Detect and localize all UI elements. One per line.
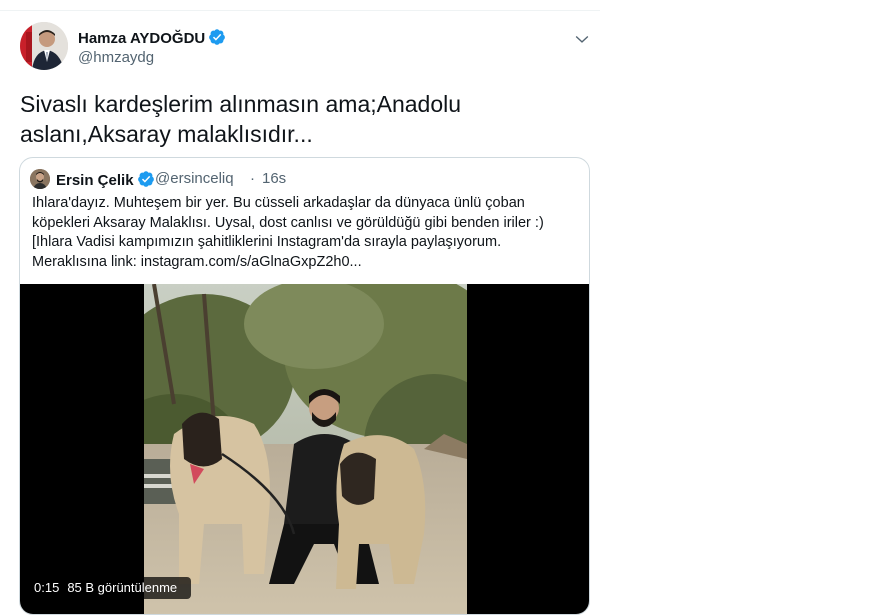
author-name[interactable]: Hamza AYDOĞDU — [78, 28, 226, 47]
quoted-timestamp[interactable]: 16s — [262, 170, 286, 187]
tweet-text-line: aslanı,Aksaray malaklısıdır... — [20, 121, 313, 147]
verified-badge-icon — [209, 29, 226, 45]
chevron-down-icon[interactable] — [572, 29, 592, 49]
separator-dot: · — [250, 170, 255, 187]
video-overlay: 0:15 85 B görüntülenme — [28, 577, 192, 599]
page: Hamza AYDOĞDU @hmzaydg Sivaslı kardeşler… — [0, 0, 880, 615]
video-frame — [144, 284, 467, 614]
avatar[interactable] — [20, 22, 68, 70]
quoted-avatar[interactable] — [30, 169, 50, 189]
avatar-image — [20, 22, 68, 70]
tweet-text-line: Sivaslı kardeşlerim alınmasın ama;Anadol… — [20, 91, 462, 117]
quoted-author-name[interactable]: Ersin Çelik — [56, 170, 155, 189]
tweet[interactable]: Hamza AYDOĞDU @hmzaydg Sivaslı kardeşler… — [0, 11, 600, 615]
quoted-text-line: [Ihlara Vadisi kampımızın şahitliklerini… — [32, 234, 502, 250]
verified-badge-icon — [137, 171, 154, 187]
author-name-text: Hamza AYDOĞDU — [78, 30, 206, 47]
quoted-avatar-image — [30, 169, 50, 189]
quoted-tweet[interactable]: Ersin Çelik @ersinceliq · 16s Ihlara'day… — [19, 157, 590, 615]
quoted-author-handle[interactable]: @ersinceliq — [155, 170, 234, 187]
quoted-text-line: köpekleri Aksaray Malaklısı. Uysal, dost… — [32, 214, 544, 231]
video-elapsed-time: 0:15 — [34, 580, 60, 595]
quoted-text-line: Ihlara'dayız. Muhteşem bir yer. Bu cüsse… — [32, 195, 525, 211]
author-handle[interactable]: @hmzaydg — [78, 49, 154, 66]
quoted-text: Ihlara'dayız. Muhteşem bir yer. Bu cüsse… — [32, 194, 584, 272]
video-player[interactable]: 0:15 85 B görüntülenme — [20, 284, 589, 614]
tweet-text: Sivaslı kardeşlerim alınmasın ama;Anadol… — [20, 89, 580, 149]
quoted-author-name-text: Ersin Çelik — [56, 172, 134, 189]
quoted-text-line: Meraklısına link: instagram.com/s/aGlnaG… — [32, 253, 362, 270]
video-view-count: 85 B görüntülenme — [67, 580, 178, 595]
